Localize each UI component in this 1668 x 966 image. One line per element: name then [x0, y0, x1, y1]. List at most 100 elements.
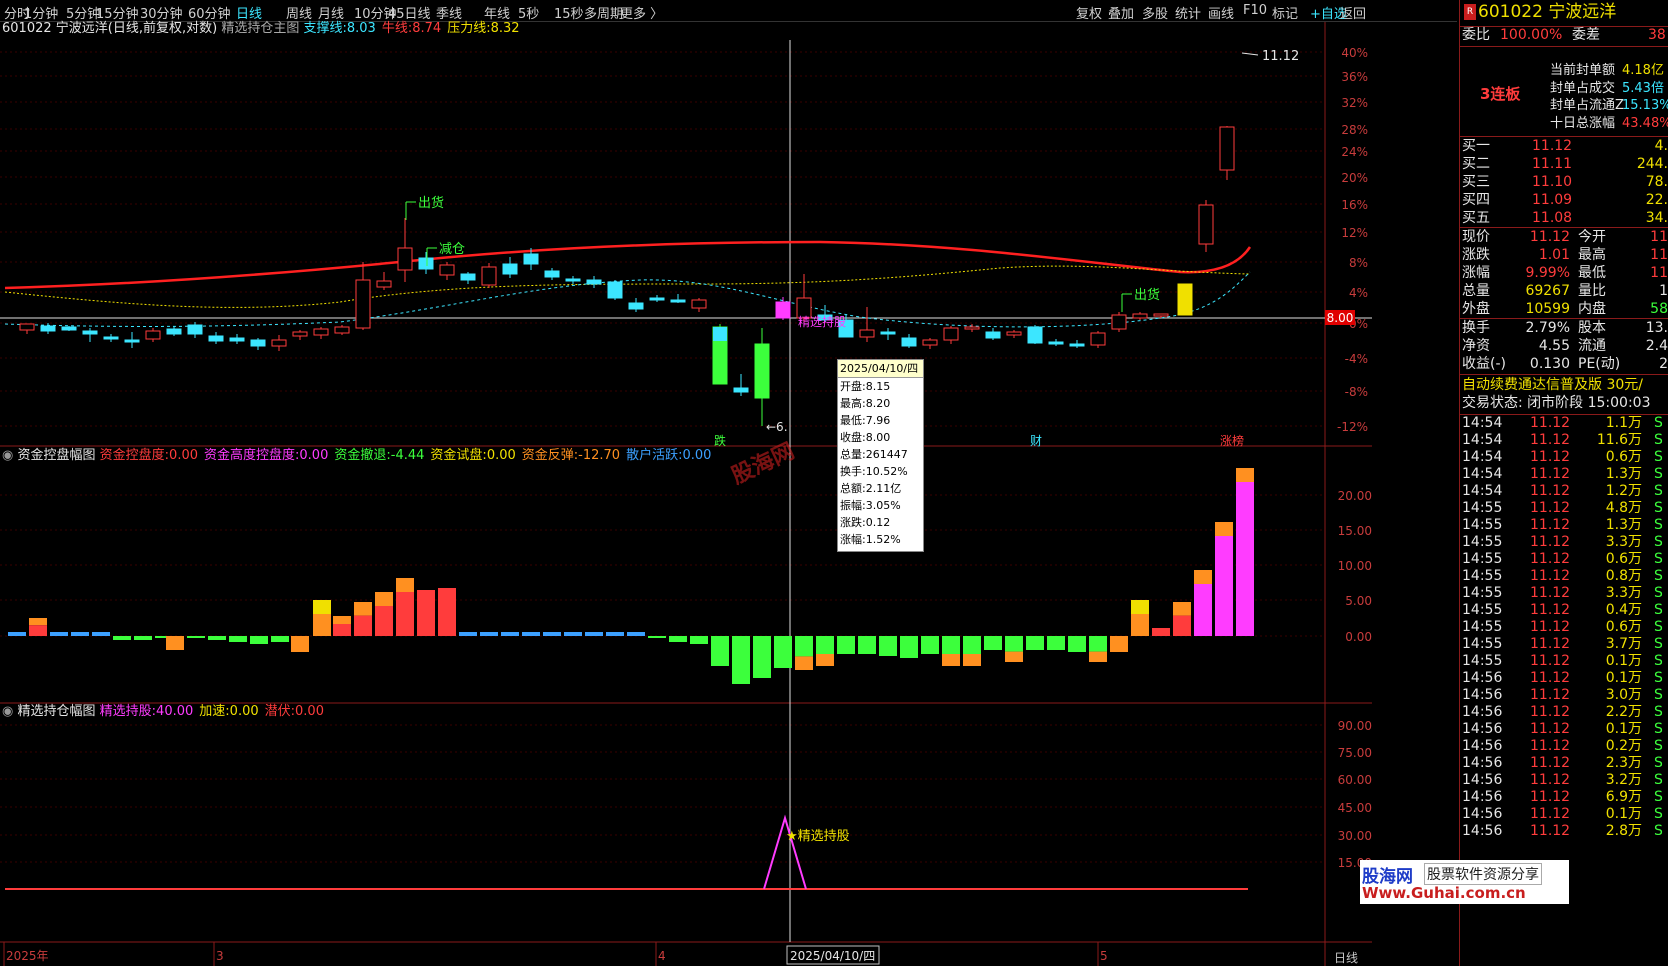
- candle[interactable]: [733, 374, 749, 396]
- tooltip-row: 最高:8.20: [840, 397, 891, 410]
- candle[interactable]: [82, 328, 98, 342]
- candle[interactable]: [1177, 283, 1193, 316]
- header-divider: [1460, 46, 1668, 47]
- candle[interactable]: [187, 322, 203, 338]
- candle[interactable]: [439, 262, 455, 280]
- candle[interactable]: [691, 298, 707, 312]
- chart-area[interactable]: 40%36%32%28%24%20%16%12%8%4%0%-4%-8%-12%…: [0, 22, 1457, 966]
- period-tab[interactable]: 年线: [484, 3, 510, 22]
- period-tab[interactable]: 季线: [436, 3, 462, 22]
- panel2-collapse-icon[interactable]: ◉: [2, 448, 13, 463]
- candle[interactable]: [880, 328, 896, 340]
- candle[interactable]: [1153, 313, 1169, 318]
- period-tab[interactable]: 15分钟: [96, 3, 139, 22]
- candle[interactable]: [565, 276, 581, 284]
- candle[interactable]: [713, 327, 727, 384]
- candle[interactable]: [61, 326, 77, 331]
- event-marker[interactable]: 涨榜: [1220, 433, 1244, 448]
- candle[interactable]: [649, 295, 665, 302]
- candle[interactable]: [481, 263, 497, 288]
- period-tab[interactable]: 周线: [286, 3, 312, 22]
- candle-body: [103, 336, 119, 340]
- candle[interactable]: [1006, 330, 1022, 338]
- candle[interactable]: [754, 328, 770, 426]
- toolbar-btn[interactable]: 复权: [1076, 3, 1102, 22]
- candle[interactable]: [460, 272, 476, 284]
- candle[interactable]: [964, 324, 980, 332]
- candle[interactable]: [985, 328, 1001, 340]
- candle[interactable]: [1111, 312, 1127, 332]
- period-tab[interactable]: 日线: [236, 3, 262, 22]
- tick-volume: 0.1万: [1605, 721, 1642, 737]
- candle[interactable]: [313, 327, 329, 339]
- period-tab[interactable]: 多周期: [584, 3, 623, 22]
- candle[interactable]: [1090, 331, 1106, 348]
- candle[interactable]: [901, 334, 917, 348]
- period-tab[interactable]: 30分钟: [140, 3, 183, 22]
- panel3-collapse-icon[interactable]: ◉: [2, 704, 13, 719]
- candle[interactable]: [355, 262, 371, 330]
- candle-body: [1048, 341, 1064, 345]
- candle[interactable]: [124, 332, 140, 348]
- tick-flag: S: [1654, 500, 1663, 516]
- tick-time: 14:54: [1462, 449, 1503, 465]
- toolbar-btn[interactable]: 返回: [1340, 3, 1366, 22]
- toolbar-btn[interactable]: 叠加: [1108, 3, 1134, 22]
- candle[interactable]: [943, 326, 959, 344]
- candle[interactable]: [922, 338, 938, 349]
- fund-bar: [92, 632, 110, 636]
- candle[interactable]: [1198, 200, 1214, 252]
- tick-price: 11.12: [1530, 789, 1571, 805]
- candle[interactable]: [1048, 339, 1064, 346]
- period-tab[interactable]: 15秒: [554, 3, 584, 22]
- candle[interactable]: [1219, 126, 1235, 180]
- candle[interactable]: [775, 297, 791, 320]
- event-marker[interactable]: 跌: [714, 433, 726, 448]
- ad-price[interactable]: 30元/: [1606, 377, 1643, 393]
- ad-banner[interactable]: 自动续费通达信普及版 30元/: [1462, 377, 1643, 394]
- toolbar-btn[interactable]: 统计: [1175, 3, 1201, 22]
- candle[interactable]: [1069, 340, 1085, 348]
- candle[interactable]: [103, 334, 119, 342]
- stock-header[interactable]: 601022 宁波远洋: [1478, 4, 1616, 21]
- candle[interactable]: [145, 328, 161, 342]
- candle-body: [733, 387, 749, 393]
- candle[interactable]: [397, 218, 413, 282]
- ad-text[interactable]: 自动续费通达信普及版: [1462, 377, 1602, 393]
- indicator-name: 精选持股: [99, 704, 152, 719]
- period-tab[interactable]: 5秒: [518, 3, 539, 22]
- toolbar-btn[interactable]: 标记: [1272, 3, 1298, 22]
- candle[interactable]: [544, 268, 560, 280]
- period-tab[interactable]: 月线: [318, 3, 344, 22]
- toolbar-btn[interactable]: 画线: [1208, 3, 1234, 22]
- candle[interactable]: [670, 294, 686, 303]
- period-tab[interactable]: 1分钟: [24, 3, 58, 22]
- candle[interactable]: [334, 325, 350, 335]
- candle[interactable]: [607, 280, 623, 300]
- candle[interactable]: [166, 326, 182, 336]
- toolbar-btn[interactable]: 多股: [1142, 3, 1168, 22]
- candle[interactable]: [1132, 312, 1148, 320]
- candle[interactable]: [376, 272, 392, 290]
- candle[interactable]: [859, 307, 875, 342]
- period-tab[interactable]: 45日线: [388, 3, 431, 22]
- tick-row: 14:56 11.12 0.1万 S: [1460, 670, 1668, 687]
- toolbar-btn[interactable]: F10: [1243, 3, 1267, 18]
- candle[interactable]: [250, 338, 266, 350]
- candle[interactable]: [271, 335, 287, 351]
- candle[interactable]: [586, 276, 602, 288]
- candle[interactable]: [208, 332, 224, 344]
- period-tab[interactable]: 60分钟: [188, 3, 231, 22]
- event-marker[interactable]: 财: [1030, 434, 1042, 448]
- candle[interactable]: [292, 330, 308, 340]
- candle[interactable]: [628, 298, 644, 312]
- candle[interactable]: [229, 334, 245, 344]
- candle[interactable]: [418, 252, 434, 274]
- period-tab[interactable]: 更多 〉: [620, 3, 663, 22]
- stat-label: 收益(-): [1462, 356, 1506, 372]
- candle[interactable]: [19, 323, 35, 334]
- quote-label: 最高: [1578, 247, 1606, 263]
- candle[interactable]: [1027, 325, 1043, 344]
- candle[interactable]: [502, 257, 518, 278]
- tick-row: 14:55 11.12 3.3万 S: [1460, 534, 1668, 551]
